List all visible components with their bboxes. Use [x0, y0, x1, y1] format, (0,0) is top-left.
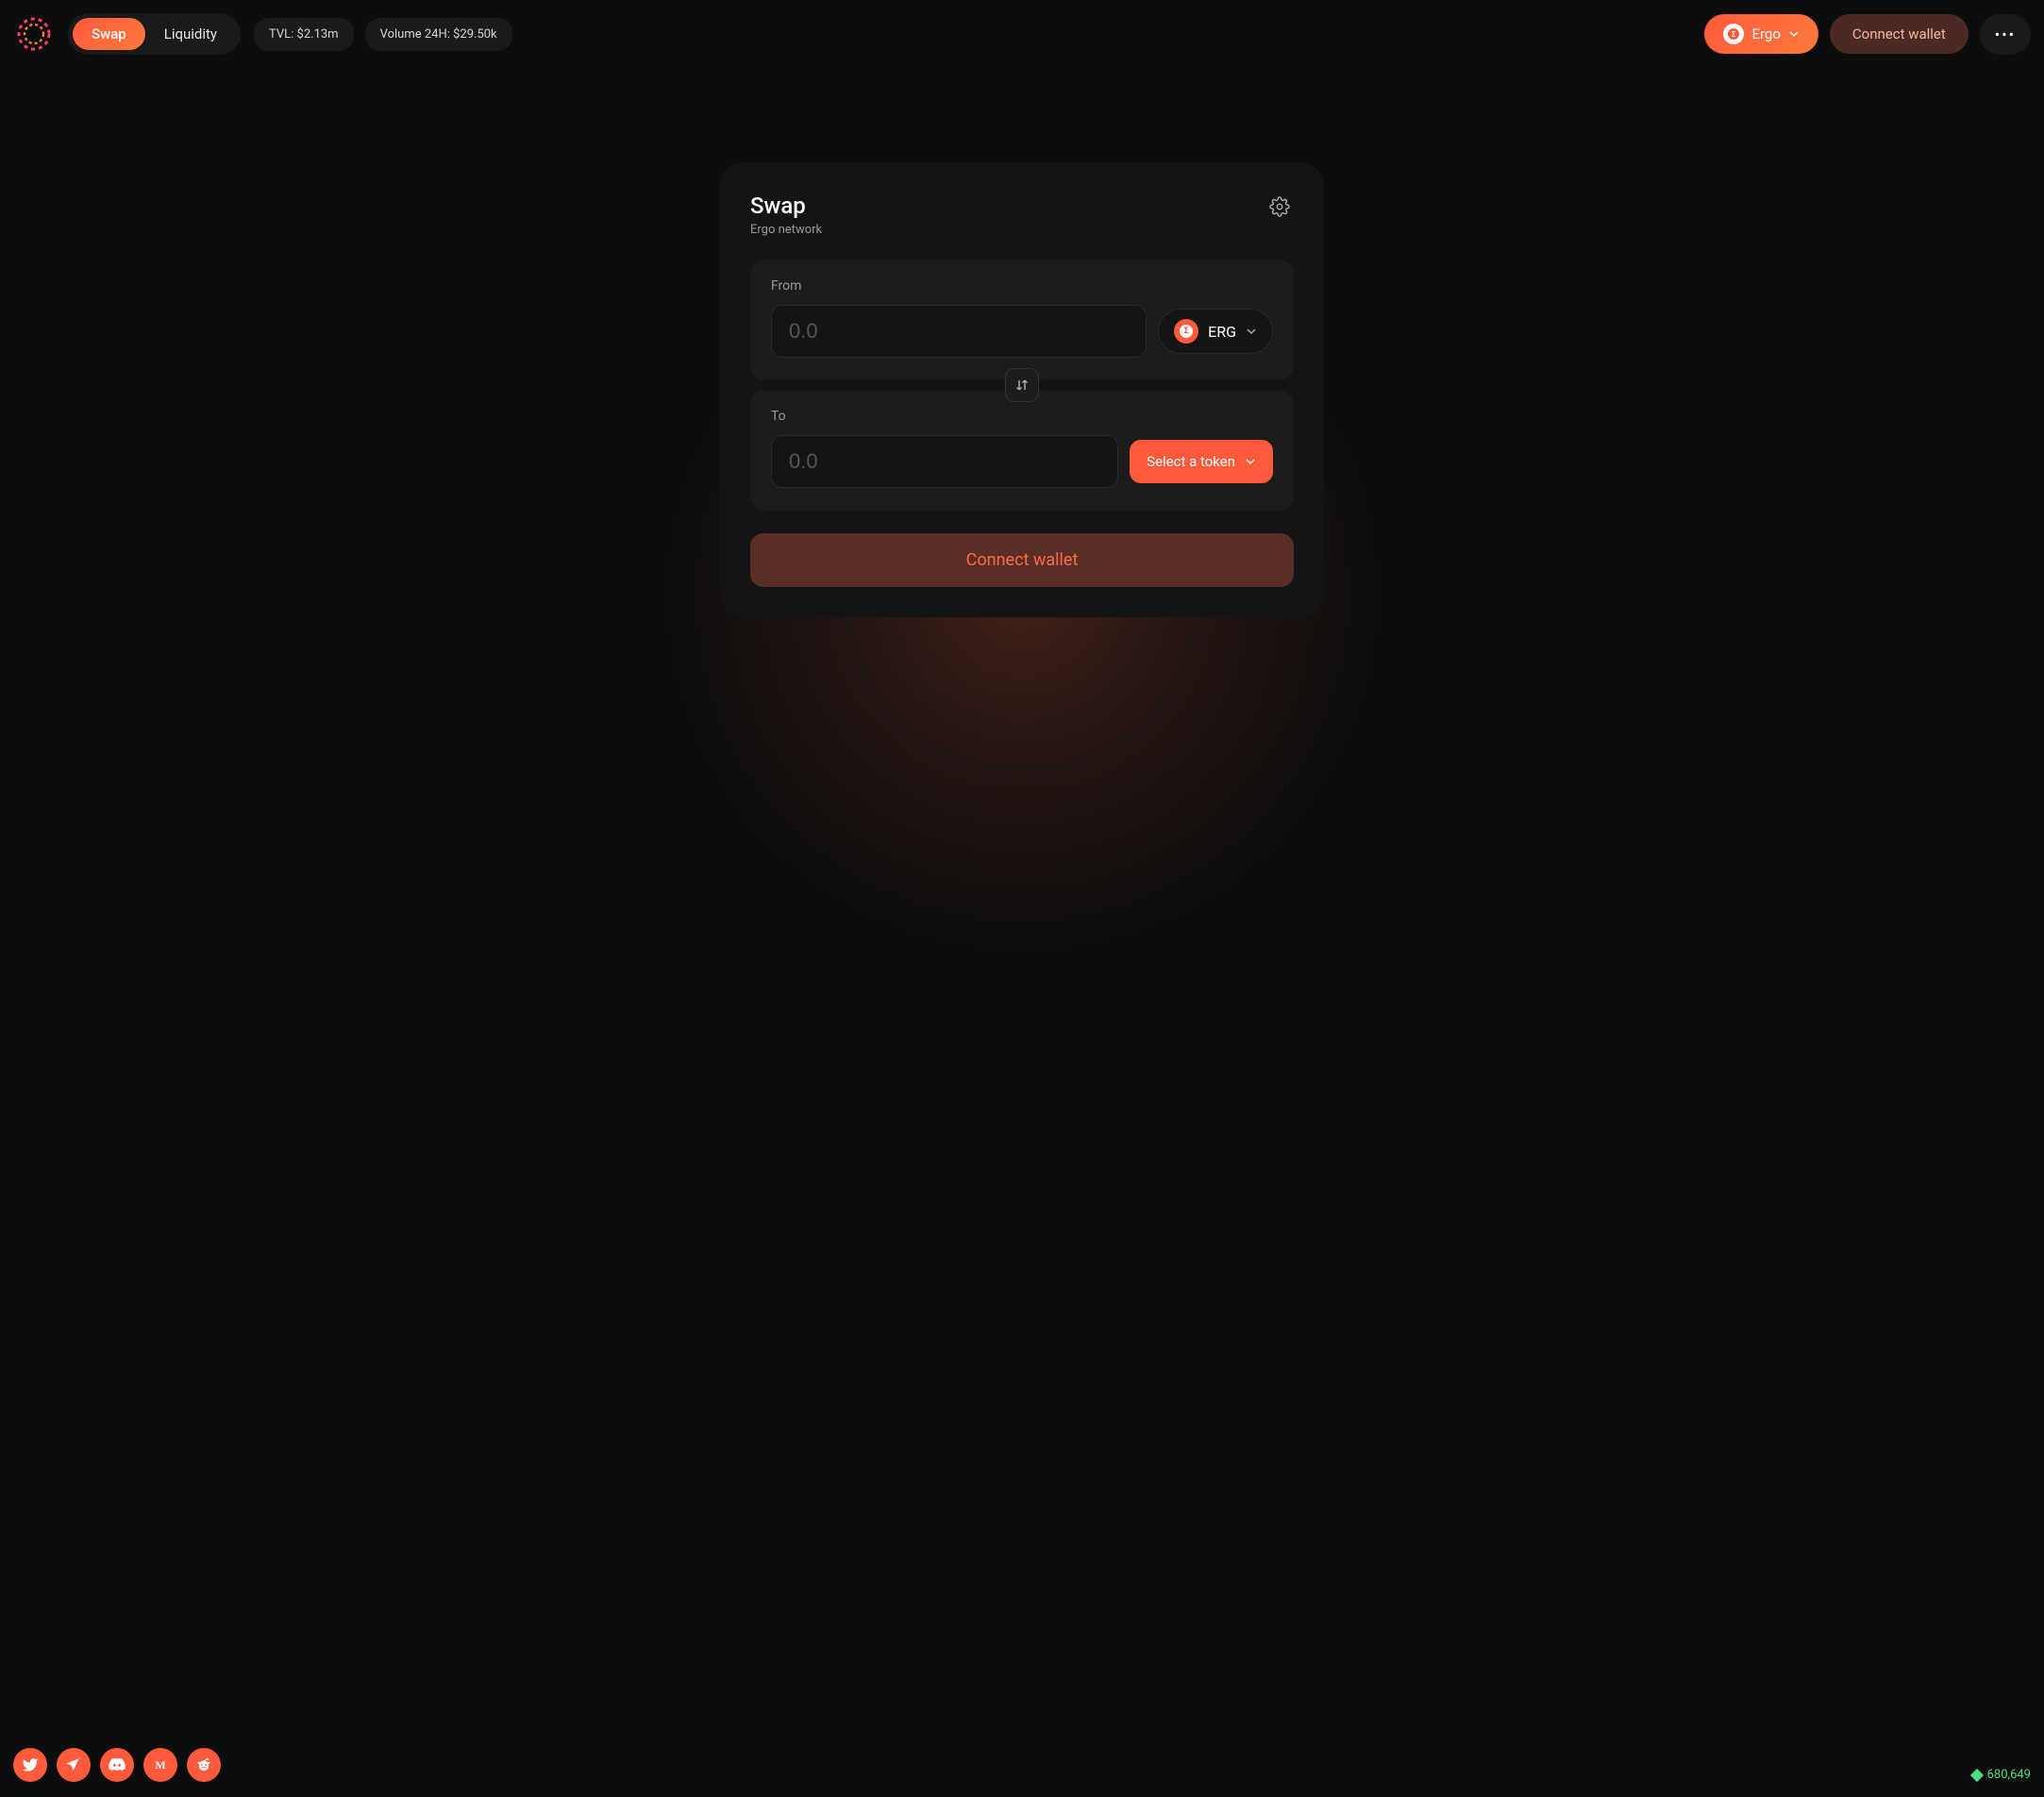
- ergo-icon: Σ: [1723, 24, 1744, 44]
- erg-token-icon: Σ: [1174, 319, 1198, 344]
- swap-direction-button[interactable]: [1005, 368, 1039, 402]
- medium-link[interactable]: M: [143, 1748, 177, 1782]
- social-footer: M: [13, 1748, 221, 1782]
- tab-swap[interactable]: Swap: [73, 18, 145, 50]
- swap-subtitle: Ergo network: [750, 223, 822, 237]
- block-number: 680,649: [1987, 1768, 2031, 1782]
- chevron-down-icon: [1245, 456, 1256, 467]
- discord-link[interactable]: [100, 1748, 134, 1782]
- settings-button[interactable]: [1265, 193, 1294, 225]
- swap-arrows-icon: [1014, 378, 1030, 393]
- dots-icon: •••: [1995, 25, 2016, 43]
- reddit-icon: [195, 1756, 212, 1773]
- connect-wallet-header-button[interactable]: Connect wallet: [1830, 14, 1969, 54]
- to-amount-input[interactable]: [771, 435, 1118, 488]
- block-status[interactable]: 680,649: [1972, 1768, 2031, 1782]
- chevron-down-icon: [1246, 326, 1257, 337]
- gear-icon: [1269, 196, 1290, 217]
- tvl-stat: TVL: $2.13m: [254, 18, 354, 51]
- reddit-link[interactable]: [187, 1748, 221, 1782]
- svg-text:Σ: Σ: [1732, 30, 1736, 39]
- to-box: To Select a token: [750, 390, 1294, 511]
- twitter-icon: [22, 1756, 39, 1773]
- from-amount-input[interactable]: [771, 305, 1147, 358]
- select-token-button[interactable]: Select a token: [1130, 440, 1273, 483]
- discord-icon: [109, 1756, 126, 1773]
- select-token-label: Select a token: [1147, 453, 1235, 470]
- nav-tabs: Swap Liquidity: [68, 13, 241, 55]
- chevron-down-icon: [1788, 28, 1800, 40]
- medium-icon: M: [152, 1756, 169, 1773]
- more-menu-button[interactable]: •••: [1980, 14, 2031, 55]
- from-token-selector[interactable]: Σ ERG: [1158, 309, 1273, 354]
- volume-stat: Volume 24H: $29.50k: [365, 18, 512, 51]
- from-label: From: [771, 278, 1273, 294]
- swap-title: Swap: [750, 193, 822, 219]
- block-status-icon: [1970, 1768, 1984, 1781]
- connect-wallet-main-button[interactable]: Connect wallet: [750, 533, 1294, 587]
- logo-icon: [15, 15, 53, 53]
- app-logo[interactable]: [13, 13, 55, 55]
- from-box: From Σ ERG: [750, 260, 1294, 380]
- twitter-link[interactable]: [13, 1748, 47, 1782]
- header: Swap Liquidity TVL: $2.13m Volume 24H: $…: [0, 0, 2044, 68]
- telegram-link[interactable]: [57, 1748, 91, 1782]
- stats-group: TVL: $2.13m Volume 24H: $29.50k: [254, 18, 512, 51]
- telegram-icon: [65, 1756, 82, 1773]
- network-selector[interactable]: Σ Ergo: [1704, 14, 1818, 54]
- to-label: To: [771, 409, 1273, 424]
- from-token-symbol: ERG: [1208, 323, 1236, 341]
- network-label: Ergo: [1751, 25, 1780, 42]
- tab-liquidity[interactable]: Liquidity: [145, 18, 236, 50]
- svg-text:M: M: [155, 1758, 165, 1772]
- swap-card: Swap Ergo network From Σ ERG: [720, 162, 1324, 617]
